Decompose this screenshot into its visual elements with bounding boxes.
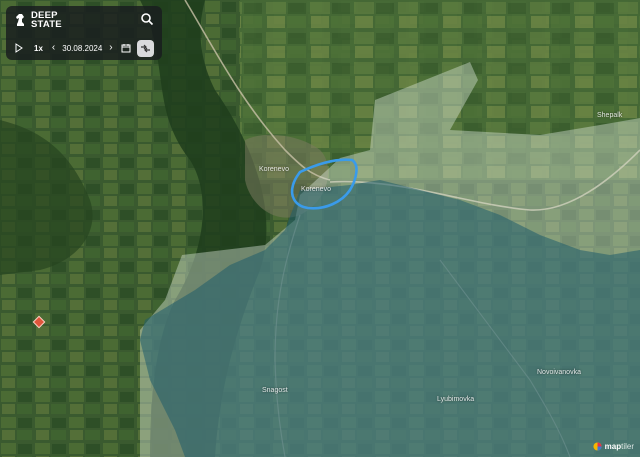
place-label-korenevo-north: Korenevo	[259, 166, 289, 173]
date-display[interactable]: 30.08.2024	[62, 44, 102, 53]
app-name-line2: STATE	[31, 19, 62, 30]
place-label-novoivanovka: Novoivanovka	[537, 369, 581, 376]
attribution-brand-b: tiler	[621, 442, 634, 451]
play-icon[interactable]	[14, 43, 24, 53]
timeline-controls: 1x ‹ 30.08.2024 ›	[14, 39, 156, 57]
calendar-icon[interactable]	[121, 43, 131, 53]
place-label-lyubimovka: Lyubimovka	[437, 396, 475, 403]
timeline-panel: DEEP STATE 1x ‹ 30.08.2024 ›	[6, 6, 162, 60]
place-label-shepalkovka: Shepalk	[597, 112, 623, 119]
previous-date-button[interactable]: ‹	[52, 43, 55, 53]
chess-knight-icon	[16, 14, 24, 26]
place-label-korenevo-center: Korenevo	[301, 186, 331, 193]
place-label-snagost: Snagost	[262, 387, 288, 394]
app-name: DEEP STATE	[31, 11, 62, 30]
attribution-brand-a: map	[604, 442, 622, 451]
map-attribution[interactable]: map tiler	[593, 442, 634, 451]
next-date-button[interactable]: ›	[109, 43, 112, 53]
search-icon[interactable]	[140, 12, 154, 26]
swap-layers-button[interactable]	[136, 39, 154, 57]
satellite-map[interactable]	[0, 0, 640, 457]
maptiler-logo-icon	[593, 442, 602, 451]
swap-layers-icon	[140, 44, 150, 52]
speed-button[interactable]: 1x	[34, 44, 43, 53]
app-logo[interactable]: DEEP STATE	[14, 11, 62, 29]
